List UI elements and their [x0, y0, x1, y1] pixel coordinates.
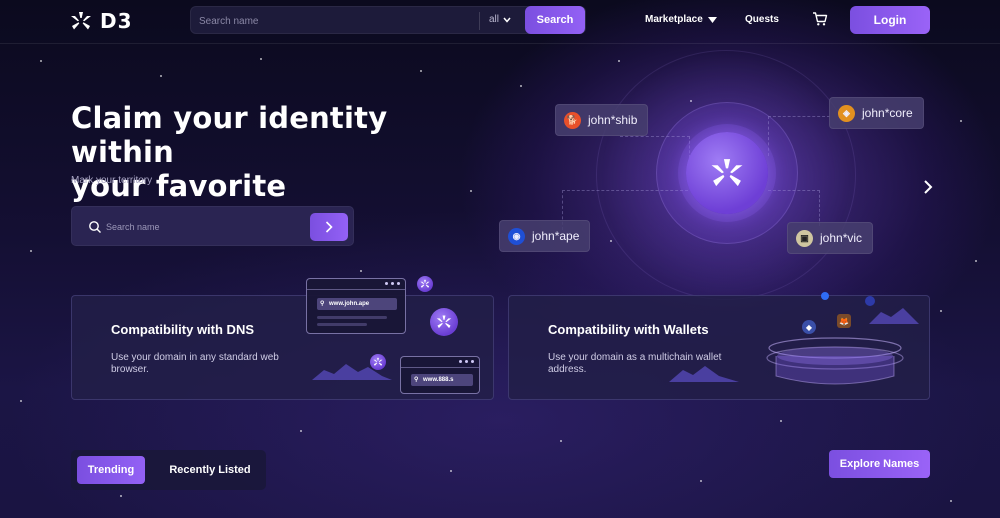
name-chip-label: john*ape — [532, 229, 580, 243]
hero-search-submit-button[interactable] — [310, 213, 348, 241]
ethereum-token-icon: ◆ — [802, 320, 816, 334]
nav-marketplace-label: Marketplace — [645, 14, 703, 25]
hero-subtitle: Mark your territory — [71, 175, 153, 186]
logo-text: D3 — [100, 9, 133, 33]
search-filter-value: all — [489, 14, 500, 25]
d3-logo-icon — [711, 159, 743, 187]
caret-down-icon — [707, 16, 717, 23]
hero-title-line-1: Claim your identity within — [71, 101, 388, 169]
vic-token-icon: ▣ — [796, 229, 813, 247]
hero-search-bar — [71, 206, 354, 246]
feature-card-dns: Compatibility with DNS Use your domain i… — [71, 276, 494, 400]
core-token-icon: ◈ — [838, 104, 855, 122]
d3-center-badge — [686, 132, 768, 214]
browser-window-graphic: www.888.s — [400, 356, 480, 394]
feature-card-title: Compatibility with DNS — [111, 322, 254, 337]
browser-window-graphic: www.john.ape — [306, 278, 406, 334]
metamask-wallet-icon: 🦊 — [837, 314, 851, 328]
header-search-bar: all Search — [190, 6, 586, 34]
mountain-graphic — [669, 366, 739, 382]
search-icon — [89, 221, 101, 233]
d3-bubble-icon — [370, 354, 386, 370]
d3-logo[interactable]: D3 — [70, 9, 133, 33]
browser-url-text: www.888.s — [411, 374, 473, 386]
explore-names-button[interactable]: Explore Names — [829, 450, 930, 478]
name-chip-label: john*shib — [588, 113, 638, 127]
mountain-graphic — [869, 308, 919, 324]
name-chip-ape[interactable]: ◉ john*ape — [499, 220, 591, 252]
name-chip-label: john*vic — [820, 231, 863, 245]
feature-card-title: Compatibility with Wallets — [548, 322, 709, 337]
chevron-down-icon — [503, 17, 511, 23]
feature-card-description: Use your domain in any standard web brow… — [111, 352, 279, 375]
login-button[interactable]: Login — [850, 6, 930, 34]
carousel-next-arrow-icon[interactable] — [918, 177, 938, 197]
feature-card-wallets: Compatibility with Wallets Use your doma… — [508, 292, 930, 400]
listing-tabs: Trending Recently Listed — [71, 450, 266, 490]
shib-token-icon: 🐕 — [564, 111, 581, 129]
header-search-button[interactable]: Search — [525, 6, 585, 34]
search-filter-dropdown[interactable]: all — [489, 14, 511, 25]
ape-token-icon: ◉ — [508, 227, 525, 245]
name-chip-shib[interactable]: 🐕 john*shib — [555, 104, 649, 136]
nav-quests-link[interactable]: Quests — [745, 14, 779, 25]
connector-line-shib — [620, 136, 690, 158]
tab-trending[interactable]: Trending — [77, 456, 145, 484]
nav-marketplace-dropdown[interactable]: Marketplace — [645, 14, 717, 25]
cart-icon[interactable] — [812, 11, 828, 27]
search-divider — [479, 12, 480, 30]
name-chip-label: john*core — [862, 106, 913, 120]
tab-recently-listed[interactable]: Recently Listed — [161, 456, 259, 484]
identity-orbit-illustration: 🐕 john*shib ◈ john*core ◉ john*ape ▣ joh… — [499, 40, 980, 300]
d3-bubble-icon — [430, 308, 458, 336]
browser-url-text: www.john.ape — [317, 298, 397, 310]
header-search-input[interactable] — [199, 11, 469, 31]
name-chip-vic[interactable]: ▣ john*vic — [787, 222, 874, 254]
connector-line-vic — [768, 190, 820, 226]
wallet-token-icon — [821, 292, 829, 300]
connector-line-core — [768, 116, 830, 156]
d3-logo-icon — [71, 12, 91, 30]
top-navbar: D3 all Search Marketplace Quests Login — [0, 0, 1000, 44]
wallet-platform-graphic — [766, 337, 904, 385]
wallet-token-icon — [865, 296, 875, 306]
d3-bubble-icon — [417, 276, 433, 292]
chevron-right-icon — [325, 221, 333, 233]
name-chip-core[interactable]: ◈ john*core — [829, 97, 924, 129]
hero-search-input[interactable] — [106, 217, 326, 237]
